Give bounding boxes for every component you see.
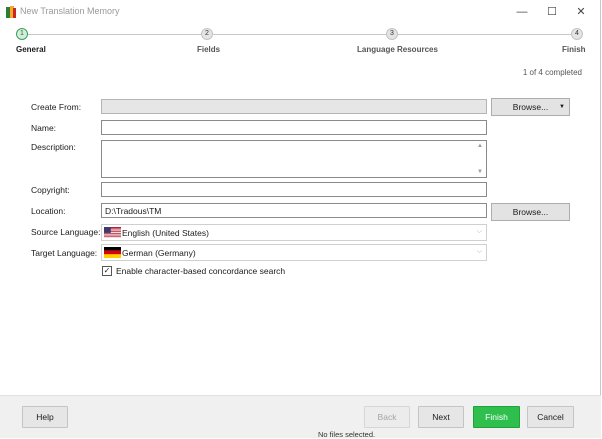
location-browse-button[interactable]: Browse... [491, 203, 570, 221]
name-input[interactable] [101, 120, 487, 135]
concordance-checkbox-label[interactable]: Enable character-based concordance searc… [116, 266, 285, 276]
step-3-label[interactable]: Language Resources [357, 45, 438, 54]
wizard-stepper: 1 General 2 Fields 3 Language Resources … [0, 27, 601, 57]
trados-app-icon [6, 6, 16, 18]
maximize-button[interactable]: ☐ [544, 4, 560, 20]
create-from-browse-button[interactable]: Browse... ▼ [491, 98, 570, 116]
target-language-value: German (Germany) [122, 248, 196, 258]
step-2-label[interactable]: Fields [197, 45, 220, 54]
chevron-down-icon: ⌵ [476, 248, 482, 255]
scroll-up-icon[interactable]: ▲ [477, 143, 483, 149]
source-language-label: Source Language: [31, 227, 101, 237]
create-from-label: Create From: [31, 102, 82, 112]
copyright-label: Copyright: [31, 185, 70, 195]
scroll-down-icon[interactable]: ▼ [477, 169, 483, 175]
copyright-input[interactable] [101, 182, 487, 197]
next-button[interactable]: Next [418, 406, 464, 428]
chevron-down-icon[interactable]: ▼ [559, 99, 565, 115]
close-button[interactable]: ✕ [573, 4, 589, 20]
title-bar: New Translation Memory — ☐ ✕ [0, 0, 601, 24]
wizard-footer: Help Back Next Finish Cancel [0, 395, 601, 438]
new-translation-memory-dialog: New Translation Memory — ☐ ✕ 1 General 2… [0, 0, 601, 439]
step-connector [22, 34, 201, 35]
description-label: Description: [31, 142, 76, 152]
concordance-checkbox[interactable]: ✓ [102, 266, 112, 276]
de-flag-icon [104, 247, 121, 258]
step-4-label[interactable]: Finish [562, 45, 586, 54]
back-button[interactable]: Back [364, 406, 410, 428]
step-1-indicator: 1 [16, 28, 28, 40]
source-language-value: English (United States) [122, 228, 209, 238]
target-language-label: Target Language: [31, 248, 98, 258]
window-title: New Translation Memory [20, 6, 120, 16]
finish-button[interactable]: Finish [473, 406, 520, 428]
browse-button-label: Browse... [512, 102, 549, 112]
name-label: Name: [31, 123, 57, 133]
step-1-label[interactable]: General [16, 45, 46, 54]
help-button[interactable]: Help [22, 406, 68, 428]
cancel-button[interactable]: Cancel [527, 406, 574, 428]
target-language-select[interactable]: German (Germany) ⌵ [101, 244, 487, 261]
location-label: Location: [31, 206, 66, 216]
location-input[interactable]: D:\Tradous\TM [101, 203, 487, 218]
us-flag-icon [104, 227, 121, 238]
step-connector [213, 34, 386, 35]
chevron-down-icon: ⌵ [476, 228, 482, 235]
source-language-select[interactable]: English (United States) ⌵ [101, 224, 487, 241]
description-textarea[interactable]: ▲ ▼ [101, 140, 487, 178]
progress-status: 1 of 4 completed [522, 68, 582, 77]
create-from-field [101, 99, 487, 114]
step-4-indicator: 4 [571, 28, 583, 40]
step-2-indicator: 2 [201, 28, 213, 40]
step-3-indicator: 3 [386, 28, 398, 40]
step-connector [398, 34, 571, 35]
minimize-button[interactable]: — [514, 4, 530, 20]
